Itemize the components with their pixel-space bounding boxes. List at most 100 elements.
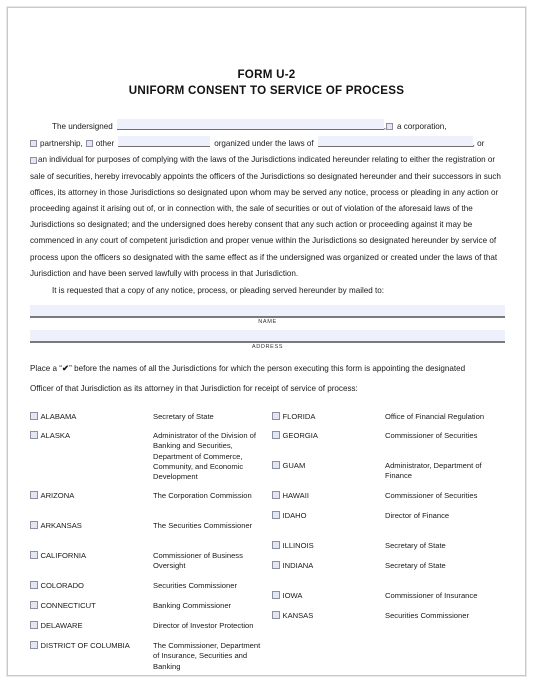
jurisdiction-checkbox[interactable] xyxy=(30,551,38,559)
jurisdiction-column-left: ALABAMA Secretary of State ALASKA Administr… xyxy=(30,412,263,671)
jurisdiction-name: COLORADO xyxy=(40,581,84,591)
mailing-address-caption: ADDRESS xyxy=(251,344,284,351)
mailing-name-input[interactable] xyxy=(30,305,505,319)
mailing-address-input[interactable] xyxy=(30,330,505,344)
form-body: The undersigned , a corporation, partner… xyxy=(8,118,525,671)
jurisdiction-name-cell: IOWA xyxy=(272,591,385,601)
jurisdiction-checkbox[interactable] xyxy=(272,491,280,499)
jurisdiction-name-cell: DISTRICT OF COLUMBIA xyxy=(30,641,153,651)
jurisdiction-checkbox[interactable] xyxy=(30,621,38,629)
jurisdiction-name: GEORGIA xyxy=(282,431,318,441)
undersigned-label: The undersigned xyxy=(52,122,113,131)
corporation-label: a corporation, xyxy=(397,122,447,131)
trailing-or-label: , or xyxy=(472,139,485,149)
mailing-request-line: It is requested that a copy of any notic… xyxy=(52,286,385,296)
jurisdiction-name: ALASKA xyxy=(40,431,71,441)
jurisdiction-name-cell: FLORIDA xyxy=(272,412,385,422)
jurisdiction-name: GUAM xyxy=(282,461,306,471)
instructions-block: Place a “✔” before the names of all the … xyxy=(30,358,505,399)
jurisdiction-checkbox[interactable] xyxy=(272,561,280,569)
jurisdiction-officer: Securities Commissioner xyxy=(153,581,237,591)
jurisdiction-officer: Commissioner of Business Oversight xyxy=(153,551,243,571)
corporation-checkbox[interactable] xyxy=(386,123,393,130)
jurisdiction-officer: Secretary of State xyxy=(385,541,446,551)
jurisdiction-row: DELAWARE Director of Investor Protection xyxy=(30,621,263,631)
jurisdiction-officer: Banking Commissioner xyxy=(153,601,232,611)
jurisdiction-officer: The Corporation Commission xyxy=(153,491,252,501)
partnership-checkbox[interactable] xyxy=(30,140,37,148)
jurisdiction-name-cell: GEORGIA xyxy=(272,431,385,441)
jurisdiction-name-cell: CALIFORNIA xyxy=(30,551,153,561)
jurisdiction-checkbox[interactable] xyxy=(272,591,280,599)
jurisdiction-name: DELAWARE xyxy=(40,621,83,631)
jurisdiction-row: ARKANSAS The Securities Commissioner xyxy=(30,521,263,531)
jurisdiction-row: CONNECTICUT Banking Commissioner xyxy=(30,601,263,611)
jurisdiction-row: DISTRICT OF COLUMBIA The Commissioner, De… xyxy=(30,641,263,672)
individual-checkbox[interactable] xyxy=(30,157,37,165)
jurisdiction-name: IOWA xyxy=(282,591,303,601)
jurisdiction-officer: Director of Finance xyxy=(385,511,450,521)
other-checkbox[interactable] xyxy=(85,140,93,148)
jurisdiction-row: INDIANA Secretary of State xyxy=(272,561,505,571)
jurisdiction-name-cell: ARKANSAS xyxy=(30,521,153,531)
jurisdiction-name: HAWAII xyxy=(282,491,309,501)
jurisdiction-checkbox[interactable] xyxy=(30,412,38,420)
jurisdiction-officer: Commissioner of Insurance xyxy=(385,591,478,601)
jurisdiction-checkbox[interactable] xyxy=(30,491,38,499)
form-title: FORM U-2 UNIFORM CONSENT TO SERVICE OF P… xyxy=(8,67,525,98)
jurisdiction-name-cell: GUAM xyxy=(272,461,385,471)
jurisdiction-name-cell: ALASKA xyxy=(30,431,153,441)
other-input[interactable] xyxy=(118,136,211,148)
other-label: other xyxy=(95,139,115,149)
undersigned-line: The undersigned , a corporation, xyxy=(30,118,505,135)
jurisdiction-name-cell: CONNECTICUT xyxy=(30,601,153,611)
entity-type-line: partnership, other organized under the l… xyxy=(30,135,505,152)
jurisdiction-name-cell: KANSAS xyxy=(272,611,385,621)
jurisdiction-name-cell: ILLINOIS xyxy=(272,541,385,551)
jurisdiction-row: KANSAS Securities Commissioner xyxy=(272,611,505,621)
jurisdiction-name-cell: ARIZONA xyxy=(30,491,153,501)
jurisdiction-officer: Director of Investor Protection xyxy=(153,621,254,631)
jurisdiction-row: IDAHO Director of Finance xyxy=(272,511,505,521)
laws-jurisdiction-input[interactable] xyxy=(317,136,473,148)
jurisdiction-checkbox[interactable] xyxy=(272,541,280,549)
page-content: FORM U-2 UNIFORM CONSENT TO SERVICE OF P… xyxy=(8,67,525,675)
undersigned-input[interactable] xyxy=(116,119,384,130)
jurisdiction-name: ALABAMA xyxy=(40,412,77,422)
jurisdiction-checkbox[interactable] xyxy=(272,611,280,619)
jurisdiction-checkbox[interactable] xyxy=(30,641,38,649)
jurisdiction-list: ALABAMA Secretary of State ALASKA Administr… xyxy=(30,412,505,671)
form-title-line-1: FORM U-2 xyxy=(237,68,296,81)
jurisdiction-checkbox[interactable] xyxy=(30,431,38,439)
jurisdiction-name: CALIFORNIA xyxy=(40,551,87,561)
jurisdiction-checkbox[interactable] xyxy=(30,601,38,609)
form-title-line-2: UNIFORM CONSENT TO SERVICE OF PROCESS xyxy=(128,83,405,97)
jurisdiction-checkbox[interactable] xyxy=(272,461,280,469)
jurisdiction-name: ILLINOIS xyxy=(282,541,314,551)
individual-consent-text: an individual for purposes of complying … xyxy=(30,155,501,278)
jurisdiction-name: KANSAS xyxy=(282,611,314,621)
jurisdiction-officer: Commissioner of Securities xyxy=(385,431,478,441)
jurisdiction-row: IOWA Commissioner of Insurance xyxy=(272,591,505,601)
jurisdiction-checkbox[interactable] xyxy=(272,511,280,519)
jurisdiction-name-cell: DELAWARE xyxy=(30,621,153,631)
jurisdiction-name-cell: HAWAII xyxy=(272,491,385,501)
jurisdiction-checkbox[interactable] xyxy=(30,581,38,589)
jurisdiction-checkbox[interactable] xyxy=(272,431,280,439)
jurisdiction-name-cell: ALABAMA xyxy=(30,412,153,422)
instructions-suffix: ” before the names of all the Jurisdicti… xyxy=(69,364,466,374)
mailing-name-group: NAME xyxy=(30,305,505,328)
jurisdiction-checkbox[interactable] xyxy=(272,412,280,420)
jurisdiction-name-cell: COLORADO xyxy=(30,581,153,591)
jurisdiction-officer: Commissioner of Securities xyxy=(385,491,478,501)
jurisdiction-row: CALIFORNIA Commissioner of Business Overs… xyxy=(30,551,263,571)
jurisdiction-officer: Administrator, Department of Finance xyxy=(385,461,482,481)
jurisdiction-officer: The Commissioner, Department of Insuranc… xyxy=(153,641,261,671)
jurisdiction-row: ALASKA Administrator of the Division of B… xyxy=(30,431,263,482)
jurisdiction-row: GEORGIA Commissioner of Securities xyxy=(272,431,505,441)
jurisdiction-name: IDAHO xyxy=(282,511,307,521)
jurisdiction-officer: The Securities Commissioner xyxy=(153,521,253,531)
jurisdiction-checkbox[interactable] xyxy=(30,521,38,529)
partnership-label: partnership, xyxy=(40,139,83,149)
jurisdiction-name-cell: IDAHO xyxy=(272,511,385,521)
